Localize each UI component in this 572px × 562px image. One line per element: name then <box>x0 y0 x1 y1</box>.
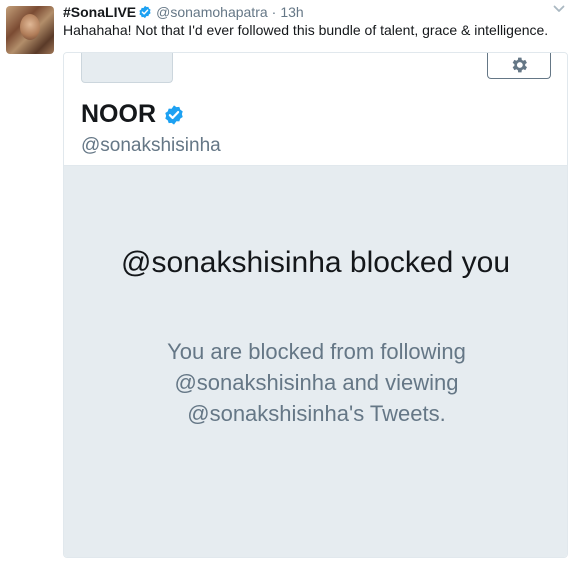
author-avatar[interactable] <box>6 6 54 54</box>
profile-handle: @sonakshisinha <box>81 135 221 156</box>
profile-card-header: NOOR @sonakshisinha <box>64 53 567 166</box>
separator-dot: · <box>271 4 277 20</box>
chevron-down-icon[interactable] <box>552 2 566 16</box>
verified-badge-icon <box>165 104 183 125</box>
profile-avatar <box>81 53 173 83</box>
author-display-name[interactable]: #SonaLIVE <box>63 4 136 20</box>
tweet-timestamp[interactable]: 13h <box>280 4 303 20</box>
tweet-text: Hahahaha! Not that I'd ever followed thi… <box>63 22 549 38</box>
blocked-notice: @sonakshisinha blocked you You are block… <box>64 166 567 557</box>
profile-name-row: NOOR <box>81 100 185 129</box>
author-handle[interactable]: @sonamohapatra <box>156 4 268 20</box>
blocked-description: You are blocked from following @sonakshi… <box>167 339 466 426</box>
blocked-title: @sonakshisinha blocked you <box>120 246 511 279</box>
verified-badge-icon <box>139 5 151 19</box>
embedded-profile-card[interactable]: NOOR @sonakshisinha @sonakshisinha block… <box>63 52 568 558</box>
gear-icon <box>512 57 527 73</box>
settings-button[interactable] <box>487 53 551 79</box>
tweet-header: #SonaLIVE @sonamohapatra · 13h <box>63 3 304 21</box>
profile-name: NOOR <box>81 100 156 128</box>
